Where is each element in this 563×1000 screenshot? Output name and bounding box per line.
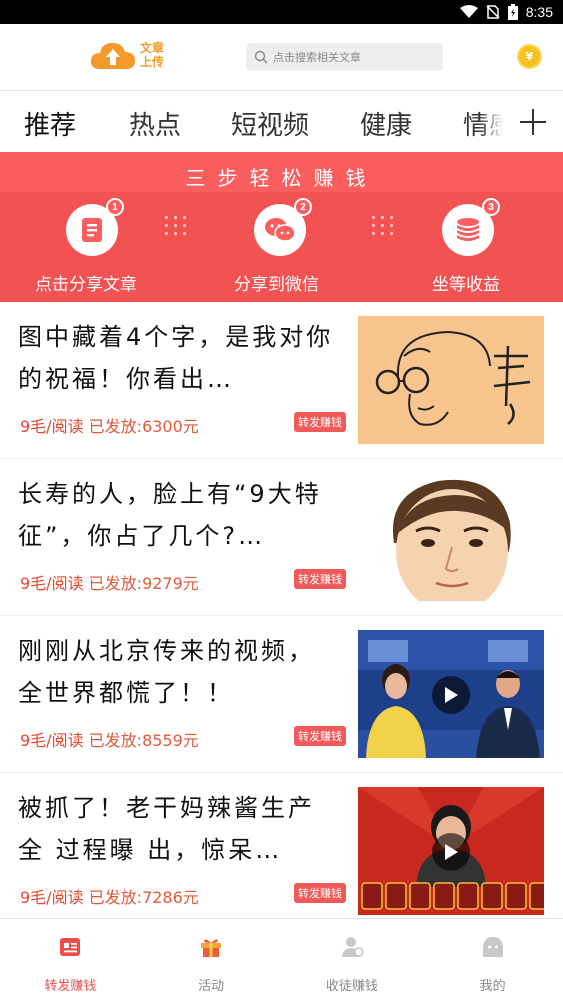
nav-label: 收徒赚钱 [325, 979, 378, 994]
nav-label: 转发赚钱 [44, 979, 97, 994]
step-3-label: 坐等收益 [432, 275, 500, 295]
coin-symbol: ¥ [525, 50, 534, 63]
search-icon [254, 50, 268, 64]
share-earn-tag[interactable]: 转发赚钱 [294, 883, 346, 903]
article-price: 9毛/阅读 [20, 417, 84, 436]
coins-icon [457, 218, 479, 241]
wifi-icon [459, 5, 478, 18]
header: 文章 上传 点击搜索相关文章 ¥ [0, 24, 563, 90]
app-screen: 8:35 文章 上传 点击搜索相关文章 ¥ 推荐 热点 短视频 健康 情感 [0, 0, 563, 1000]
share-earn-tag[interactable]: 转发赚钱 [294, 569, 346, 589]
article-item[interactable]: 刚刚从北京传来的视频，全世界都慌了！！ 9毛/阅读 已发放:8559元 转发赚钱 [0, 616, 563, 773]
nav-label: 我的 [479, 979, 506, 994]
step-1-label: 点击分享文章 [35, 275, 137, 295]
nav-share-earn[interactable]: 转发赚钱 [0, 919, 141, 1000]
banner-title: 三步轻松赚钱 [185, 166, 378, 190]
document-icon [82, 218, 102, 242]
logo-line-2: 上传 [140, 55, 165, 69]
tab-short-video[interactable]: 短视频 [231, 105, 309, 142]
search-placeholder: 点击搜索相关文章 [273, 51, 361, 64]
article-title: 长寿的人，脸上有“9大特征”，你占了几个?… [18, 480, 322, 550]
article-meta: 9毛/阅读 已发放:7286元 [20, 884, 199, 908]
logo-text: 文章 上传 [140, 41, 164, 69]
step-3-badge: 3 [482, 198, 500, 216]
play-icon[interactable] [432, 833, 470, 871]
tab-fade [479, 91, 503, 152]
article-paid: 已发放:8559元 [88, 731, 199, 750]
wechat-icon [265, 218, 296, 242]
coin-icon[interactable]: ¥ [517, 44, 542, 69]
person-icon [341, 937, 364, 957]
article-thumbnail [358, 787, 544, 915]
article-price: 9毛/阅读 [20, 574, 84, 593]
step-separator-1 [165, 216, 186, 235]
step-separator-2 [372, 216, 393, 235]
bottom-navigation: 转发赚钱 活动 收徒赚钱 我的 [0, 918, 563, 1000]
step-1-icon: 1 [66, 198, 124, 256]
nav-recruit-earn[interactable]: 收徒赚钱 [282, 919, 423, 1000]
article-feed: 图中藏着4个字，是我对你的祝福！你看出… 9毛/阅读 已发放:6300元 转发赚… [0, 302, 563, 918]
article-item[interactable]: 长寿的人，脸上有“9大特征”，你占了几个?… 9毛/阅读 已发放:9279元 转… [0, 459, 563, 616]
tab-recommend[interactable]: 推荐 [24, 105, 76, 142]
nav-label: 活动 [198, 979, 225, 994]
article-paid: 已发放:6300元 [88, 417, 199, 436]
article-thumbnail [358, 473, 544, 601]
tab-hot[interactable]: 热点 [129, 105, 181, 142]
share-earn-tag[interactable]: 转发赚钱 [294, 412, 346, 432]
step-1-badge: 1 [106, 198, 124, 216]
earn-steps-banner[interactable]: 三步轻松赚钱 1 2 3 点击分享文章 分享到微信 坐等收益 [0, 152, 563, 302]
category-tabs: 推荐 热点 短视频 健康 情感 [0, 90, 563, 152]
article-paid: 已发放:9279元 [88, 574, 199, 593]
app-logo[interactable]: 文章 上传 [90, 40, 164, 70]
article-title: 被抓了！老干妈辣酱生产全 过程曝 出，惊呆… [18, 794, 315, 864]
article-thumbnail [358, 630, 544, 758]
logo-line-1: 文章 [140, 41, 165, 55]
step-2-badge: 2 [294, 198, 312, 216]
article-price: 9毛/阅读 [20, 731, 84, 750]
article-meta: 9毛/阅读 已发放:9279元 [20, 570, 199, 594]
share-earn-tag[interactable]: 转发赚钱 [294, 726, 346, 746]
article-item[interactable]: 图中藏着4个字，是我对你的祝福！你看出… 9毛/阅读 已发放:6300元 转发赚… [0, 302, 563, 459]
article-meta: 9毛/阅读 已发放:8559元 [20, 727, 199, 751]
tab-health[interactable]: 健康 [360, 105, 412, 142]
step-3-icon: 3 [442, 198, 500, 256]
upload-cloud-icon [90, 43, 135, 69]
add-tab-button[interactable] [503, 91, 563, 152]
article-thumbnail [358, 316, 544, 444]
article-paid: 已发放:7286元 [88, 888, 199, 907]
play-icon[interactable] [432, 676, 470, 714]
gift-icon [201, 939, 222, 957]
profile-icon [482, 937, 503, 957]
step-2-icon: 2 [254, 198, 312, 256]
search-input[interactable]: 点击搜索相关文章 [246, 43, 443, 71]
article-meta: 9毛/阅读 已发放:6300元 [20, 413, 199, 437]
battery-icon [507, 4, 518, 20]
article-price: 9毛/阅读 [20, 888, 84, 907]
article-title: 刚刚从北京传来的视频，全世界都慌了！！ [18, 637, 315, 707]
plus-icon [520, 109, 546, 135]
no-sim-icon [486, 5, 500, 19]
clock: 8:35 [525, 4, 553, 20]
nav-mine[interactable]: 我的 [422, 919, 563, 1000]
share-earn-icon [60, 938, 81, 956]
status-bar: 8:35 [0, 0, 563, 24]
nav-activity[interactable]: 活动 [141, 919, 282, 1000]
step-2-label: 分享到微信 [234, 275, 319, 295]
article-item[interactable]: 被抓了！老干妈辣酱生产全 过程曝 出，惊呆… 9毛/阅读 已发放:7286元 转… [0, 773, 563, 918]
article-title: 图中藏着4个字，是我对你的祝福！你看出… [18, 323, 334, 393]
